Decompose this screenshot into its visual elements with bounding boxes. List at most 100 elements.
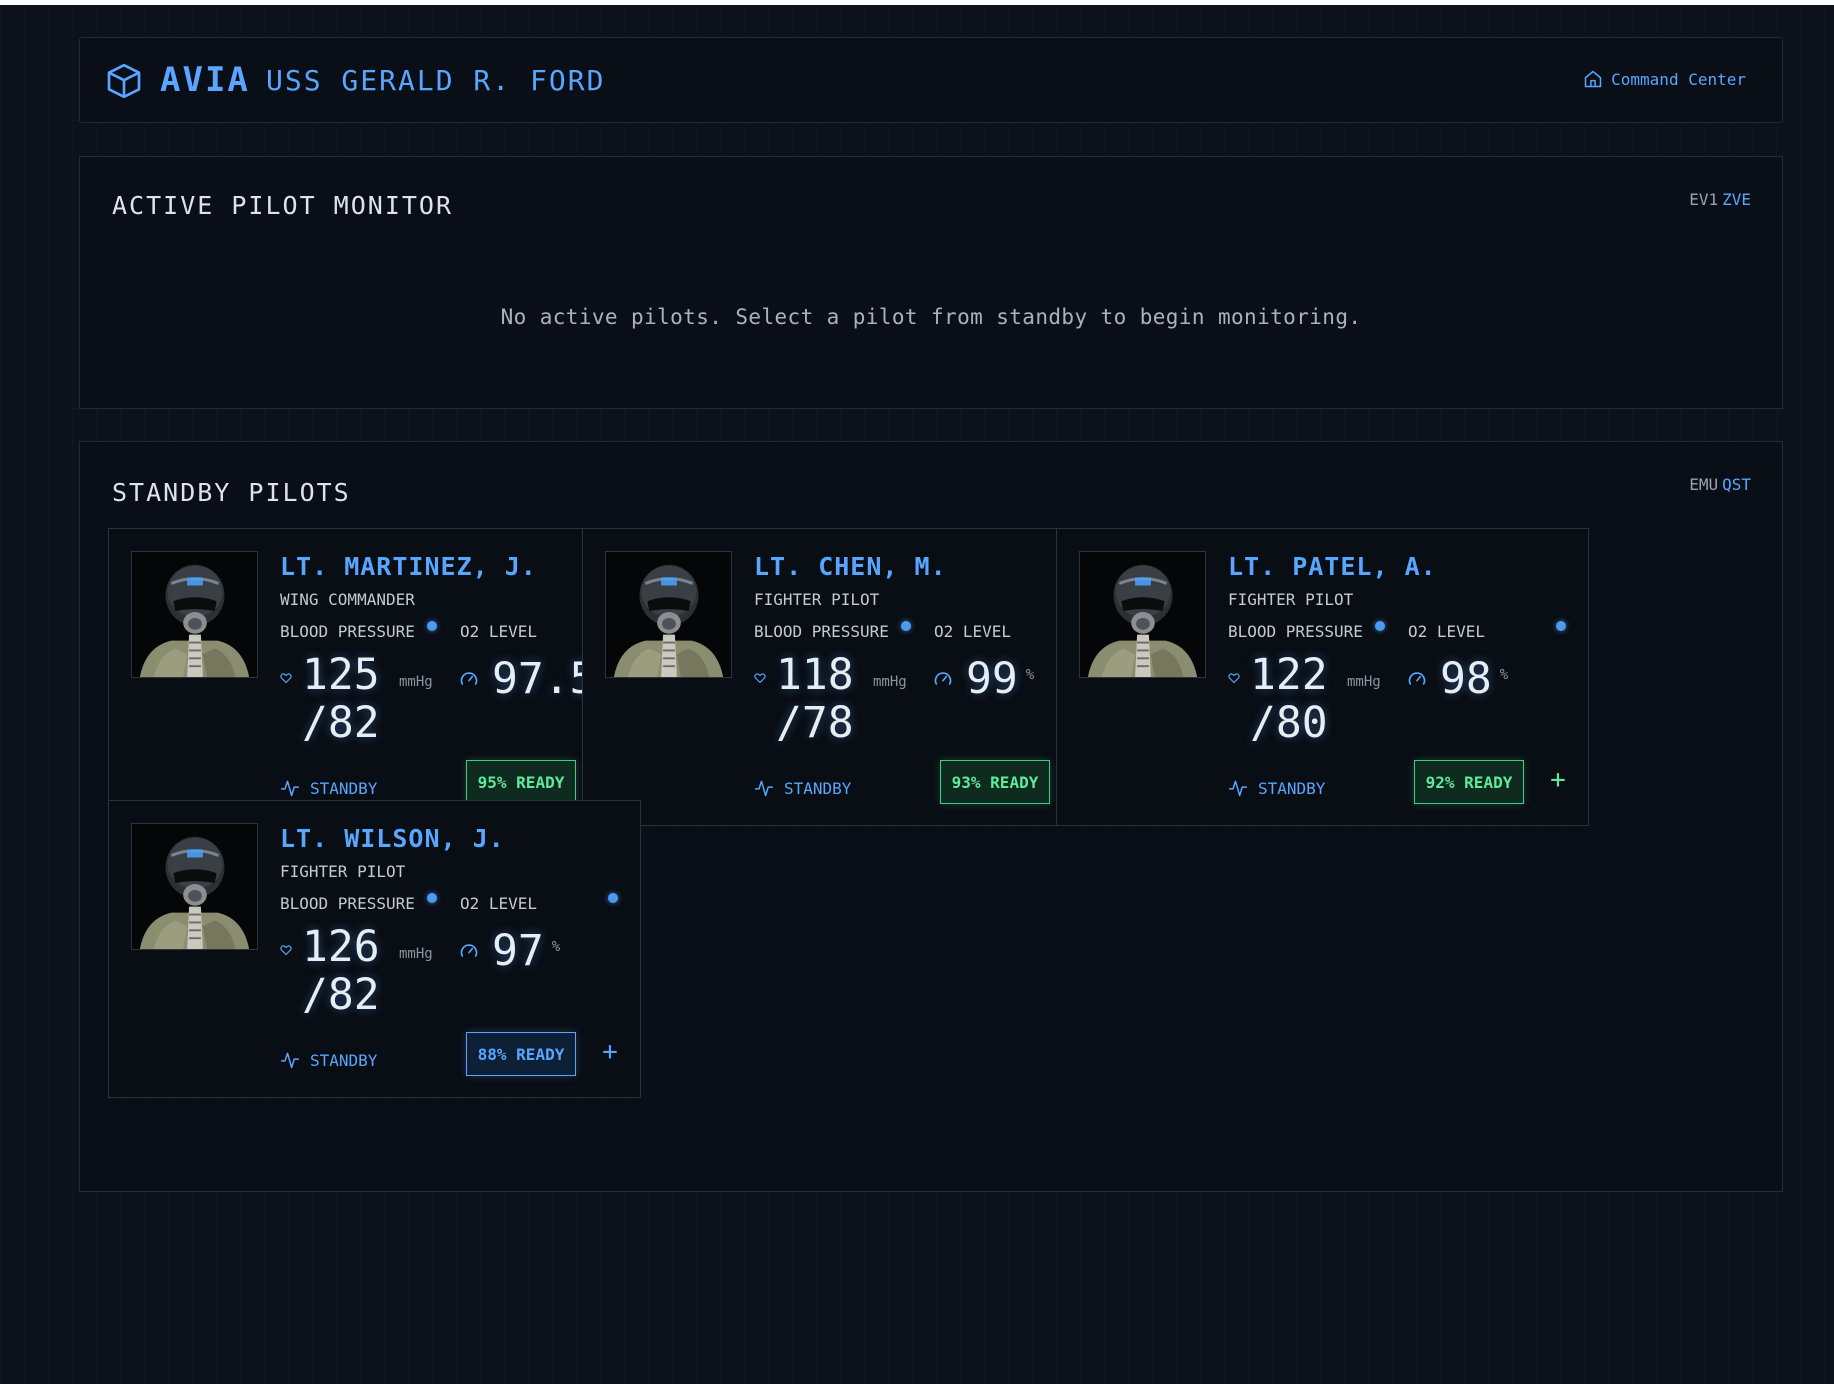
o2-unit: % [1025, 667, 1035, 683]
o2-number: 97.5 [492, 654, 596, 704]
blood-pressure-value: 126 /82 [302, 923, 380, 1019]
gauge-icon [460, 672, 478, 685]
pilot-photo-image [1080, 552, 1205, 677]
o2-unit: % [1499, 667, 1509, 683]
gauge-icon [934, 672, 952, 685]
o2-number: 98 [1440, 654, 1492, 704]
pilot-photo [131, 551, 258, 678]
pilot-photo [605, 551, 732, 678]
heart-icon [754, 673, 766, 684]
blood-pressure-status-dot [901, 621, 911, 631]
blood-pressure-value: 125 /82 [302, 651, 380, 747]
pilot-card[interactable]: LT. CHEN, M. FIGHTER PILOT BLOOD PRESSUR… [582, 528, 1115, 826]
blood-pressure-status-dot [427, 893, 437, 903]
brand-name: AVIA [160, 60, 250, 100]
cube-icon [107, 63, 141, 99]
pilot-photo-image [606, 552, 731, 677]
section-code-secondary: QST [1722, 475, 1751, 494]
blood-pressure-label: BLOOD PRESSURE [754, 622, 889, 641]
heart-icon [280, 945, 292, 956]
gauge-icon [460, 944, 478, 957]
pilot-name: LT. PATEL, A. [1228, 552, 1437, 581]
o2-number: 97 [492, 926, 544, 976]
pulse-icon [754, 780, 774, 797]
systolic-value: 125 [302, 650, 380, 700]
pilot-status: STANDBY [280, 1050, 377, 1070]
empty-state-message: No active pilots. Select a pilot from st… [500, 305, 1362, 329]
o2-level-label: O2 LEVEL [934, 622, 1012, 641]
blood-pressure-value: 122 /80 [1250, 651, 1328, 747]
blood-pressure-unit: mmHg [399, 674, 433, 690]
pilot-photo-image [132, 824, 257, 949]
pilot-role: FIGHTER PILOT [280, 862, 406, 881]
pilot-role: FIGHTER PILOT [754, 590, 880, 609]
systolic-value: 118 [776, 650, 854, 700]
diastolic-value: /82 [302, 970, 380, 1020]
blood-pressure-unit: mmHg [873, 674, 907, 690]
heart-icon [280, 673, 292, 684]
o2-level-label: O2 LEVEL [460, 894, 538, 913]
section-code-primary: EMU [1689, 475, 1719, 494]
status-label: STANDBY [1258, 778, 1326, 798]
o2-level-label: O2 LEVEL [1408, 622, 1486, 641]
pilot-status: STANDBY [754, 778, 851, 798]
readiness-badge[interactable]: 88% READY [466, 1032, 576, 1076]
blood-pressure-label: BLOOD PRESSURE [280, 894, 415, 913]
systolic-value: 126 [302, 922, 380, 972]
diastolic-value: /80 [1250, 698, 1328, 748]
pilot-name: LT. CHEN, M. [754, 552, 947, 581]
o2-number: 99 [966, 654, 1018, 704]
pilot-photo [131, 823, 258, 950]
gauge-icon [1408, 672, 1426, 685]
blood-pressure-status-dot [427, 621, 437, 631]
pilot-photo-image [132, 552, 257, 677]
pilot-name: LT. MARTINEZ, J. [280, 552, 537, 581]
o2-value: 98% [1440, 651, 1508, 703]
heart-icon [1228, 673, 1240, 684]
blood-pressure-value: 118 /78 [776, 651, 854, 747]
pilot-status: STANDBY [280, 778, 377, 798]
o2-level-label: O2 LEVEL [460, 622, 538, 641]
readiness-badge[interactable]: 93% READY [940, 760, 1050, 804]
pilot-card[interactable]: LT. MARTINEZ, J. WING COMMANDER BLOOD PR… [108, 528, 641, 826]
o2-status-dot [1556, 621, 1566, 631]
add-pilot-button[interactable]: + [593, 1035, 627, 1069]
blood-pressure-unit: mmHg [399, 946, 433, 962]
app-header: AVIA USS GERALD R. FORD Command Center [79, 37, 1783, 123]
pulse-icon [280, 780, 300, 797]
status-label: STANDBY [784, 778, 852, 798]
top-edge [0, 0, 1834, 5]
home-icon [1584, 70, 1602, 88]
o2-unit: % [551, 939, 561, 955]
pilot-status: STANDBY [1228, 778, 1325, 798]
o2-value: 99% [966, 651, 1034, 703]
section-title: STANDBY PILOTS [112, 478, 351, 507]
pulse-icon [280, 1052, 300, 1069]
section-code-primary: EV1 [1689, 190, 1719, 209]
section-title: ACTIVE PILOT MONITOR [112, 191, 454, 220]
blood-pressure-status-dot [1375, 621, 1385, 631]
command-center-link[interactable]: Command Center [1583, 69, 1746, 89]
o2-value: 97% [492, 923, 560, 975]
pilot-role: WING COMMANDER [280, 590, 415, 609]
blood-pressure-label: BLOOD PRESSURE [280, 622, 415, 641]
o2-status-dot [608, 893, 618, 903]
pilot-card[interactable]: LT. PATEL, A. FIGHTER PILOT BLOOD PRESSU… [1056, 528, 1589, 826]
pilot-card[interactable]: LT. WILSON, J. FIGHTER PILOT BLOOD PRESS… [108, 800, 641, 1098]
pilot-name: LT. WILSON, J. [280, 824, 505, 853]
section-code-secondary: ZVE [1722, 190, 1751, 209]
pilot-photo [1079, 551, 1206, 678]
add-pilot-button[interactable]: + [1541, 763, 1575, 797]
ship-name: USS GERALD R. FORD [266, 64, 606, 97]
blood-pressure-unit: mmHg [1347, 674, 1381, 690]
command-center-label: Command Center [1611, 69, 1746, 89]
pulse-icon [1228, 780, 1248, 797]
pilot-role: FIGHTER PILOT [1228, 590, 1354, 609]
status-label: STANDBY [310, 1050, 378, 1070]
readiness-badge[interactable]: 95% READY [466, 760, 576, 804]
status-label: STANDBY [310, 778, 378, 798]
active-pilot-panel: ACTIVE PILOT MONITOR EV1 ZVE No active pi… [79, 156, 1783, 409]
standby-pilots-panel: STANDBY PILOTS EMUQST LT. MARTINEZ, J. [79, 441, 1783, 1192]
readiness-badge[interactable]: 92% READY [1414, 760, 1524, 804]
diastolic-value: /78 [776, 698, 854, 748]
